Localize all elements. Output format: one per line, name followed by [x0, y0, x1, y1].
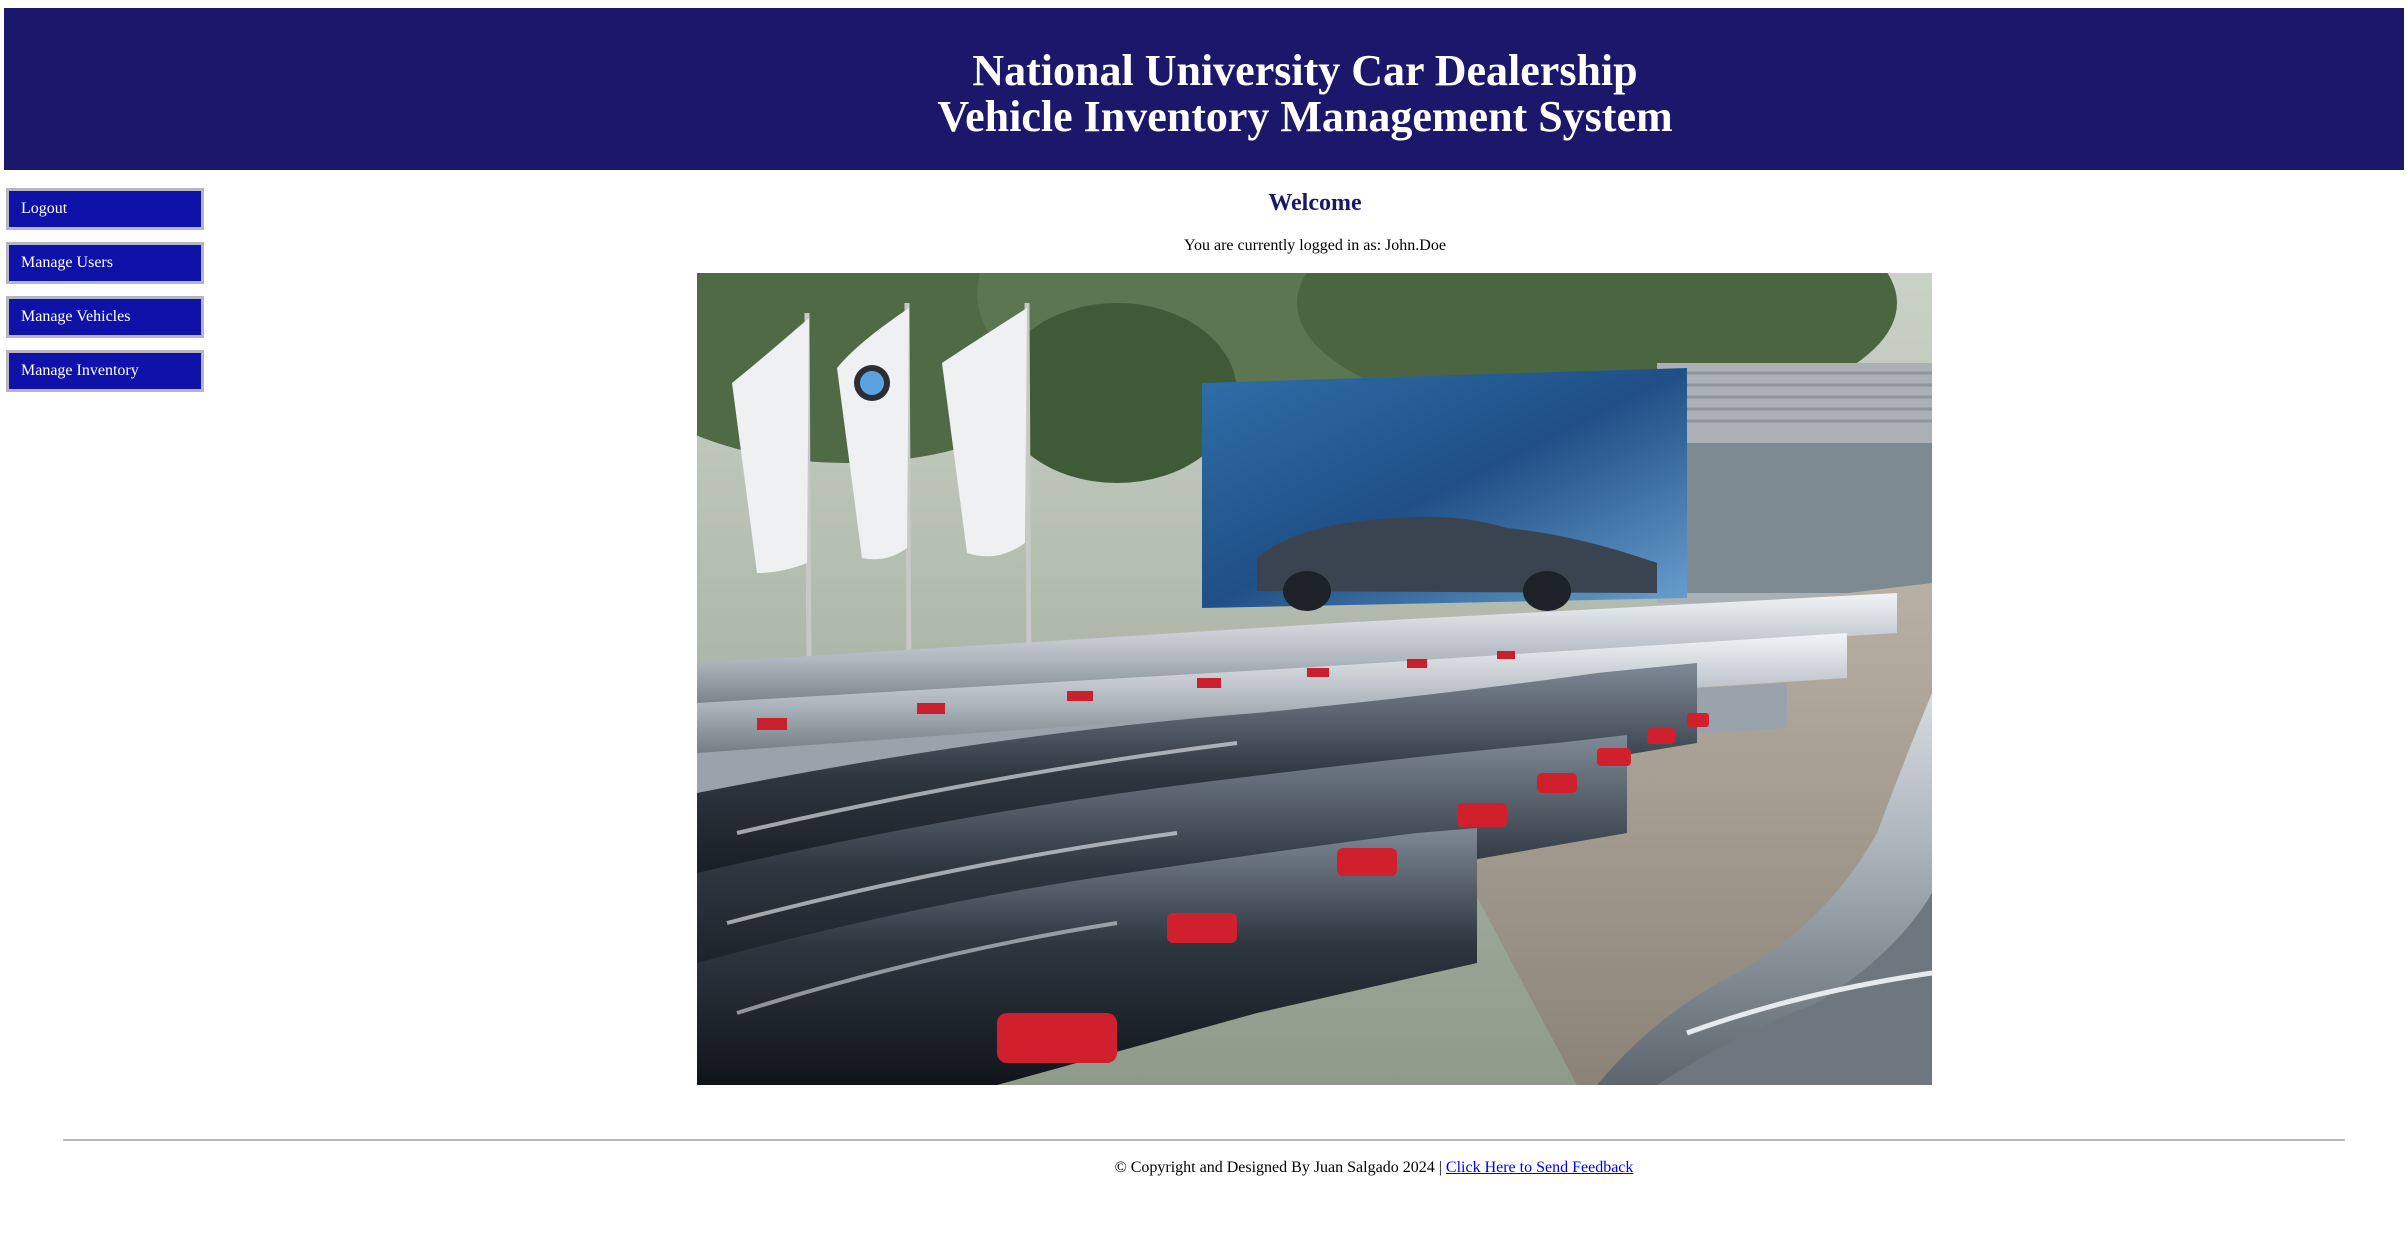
footer-divider: [63, 1139, 2345, 1141]
site-subtitle: Vehicle Inventory Management System: [937, 92, 1673, 141]
manage-vehicles-button[interactable]: Manage Vehicles: [6, 296, 204, 338]
copyright-text: © Copyright and Designed By Juan Salgado…: [1114, 1159, 1446, 1176]
manage-inventory-button[interactable]: Manage Inventory: [6, 350, 204, 392]
site-title: National University Car Dealership: [972, 46, 1638, 95]
sidebar-nav: Logout Manage Users Manage Vehicles Mana…: [6, 188, 204, 404]
header-banner: National University Car Dealership Vehic…: [4, 8, 2404, 170]
page: National University Car Dealership Vehic…: [0, 0, 2406, 1256]
logged-in-status: You are currently logged in as: John.Doe: [1184, 237, 1446, 254]
feedback-link[interactable]: Click Here to Send Feedback: [1446, 1159, 1634, 1176]
dealership-hero-image: [697, 273, 1932, 1085]
welcome-heading: Welcome: [1268, 190, 1362, 216]
footer: © Copyright and Designed By Juan Salgado…: [0, 1159, 2406, 1177]
